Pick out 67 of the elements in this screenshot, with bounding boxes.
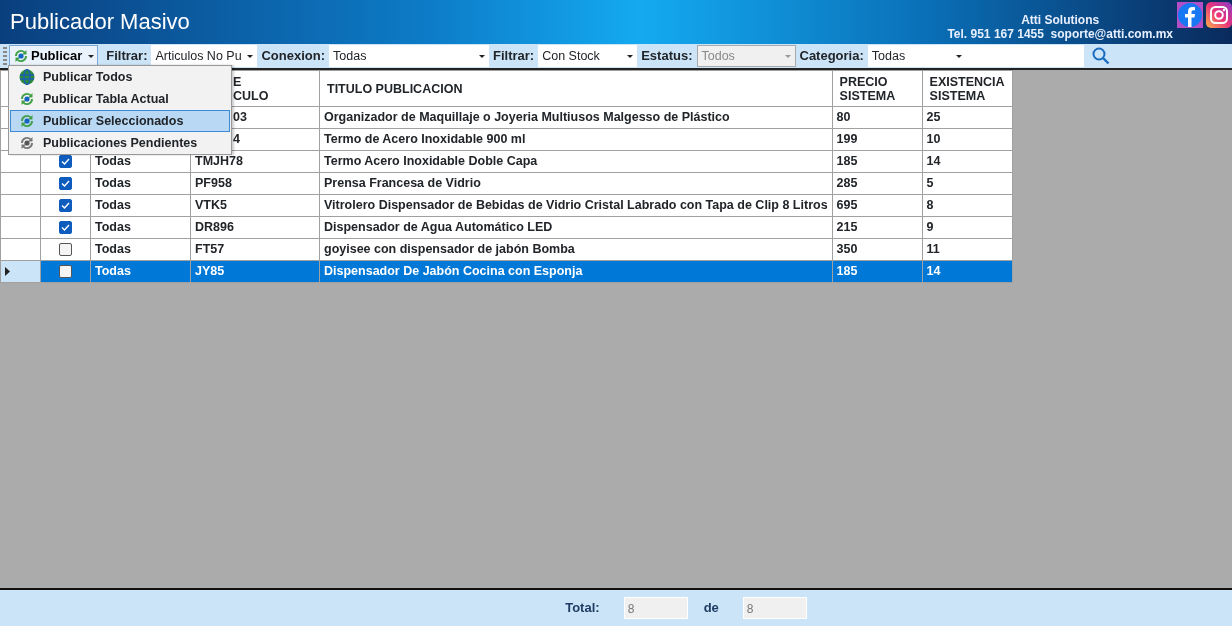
filter-label: Filtrar: bbox=[105, 47, 149, 66]
filter-dropdown[interactable]: Articulos No Pu bbox=[151, 45, 258, 67]
table-cell: 199 bbox=[832, 128, 923, 151]
column-header[interactable]: PRECIO SISTEMA bbox=[832, 70, 923, 107]
table-cell: Todas bbox=[90, 172, 191, 195]
publish-dropdown-button[interactable]: Publicar bbox=[9, 45, 99, 67]
sync-gear-icon bbox=[19, 113, 35, 129]
filter-dropdown[interactable]: Con Stock bbox=[538, 45, 638, 67]
filter-label: Categoria: bbox=[798, 47, 865, 66]
table-cell: 285 bbox=[832, 172, 923, 195]
table-cell: 80 bbox=[832, 106, 923, 129]
table-cell: 8 bbox=[922, 194, 1013, 217]
company-link[interactable]: Atti Solutions bbox=[1021, 13, 1100, 27]
window-title: Publicador Masivo bbox=[10, 9, 190, 36]
table-cell: Vitrolero Dispensador de Bebidas de Vidrio Cristal Labrado con Tapa de Clip 8 Litros bbox=[319, 194, 833, 217]
table-cell: Dispensador De Jabón Cocina con Esponja bbox=[319, 260, 833, 283]
table-cell: PF958 bbox=[190, 172, 320, 195]
sync-gear-icon bbox=[13, 48, 29, 64]
column-header[interactable]: EXISTENCIA SISTEMA bbox=[922, 70, 1013, 107]
instagram-icon[interactable] bbox=[1206, 2, 1232, 28]
total-label: Total: bbox=[565, 599, 600, 618]
sync-gear-icon bbox=[19, 91, 35, 107]
table-cell: Dispensador de Agua Automático LED bbox=[319, 216, 833, 239]
current-row-icon bbox=[5, 267, 10, 277]
column-header[interactable]: TITULO PUBLICACION bbox=[319, 70, 833, 107]
table-cell: goyisee con dispensador de jabón Bomba bbox=[319, 238, 833, 261]
search-icon[interactable] bbox=[1091, 47, 1110, 65]
filter-label: Filtrar: bbox=[492, 47, 536, 66]
table-cell: 695 bbox=[832, 194, 923, 217]
table-cell: Todas bbox=[90, 216, 191, 239]
checkbox[interactable] bbox=[59, 155, 72, 168]
table-cell: 9 bbox=[922, 216, 1013, 239]
table-cell: Todas bbox=[90, 238, 191, 261]
table-cell: Termo Acero Inoxidable Doble Capa bbox=[319, 150, 833, 173]
contact-link[interactable]: Tel. 951 167 1455 soporte@atti.com.mx bbox=[947, 27, 1173, 41]
table-cell: 215 bbox=[832, 216, 923, 239]
table-cell: 25 bbox=[922, 106, 1013, 129]
filter-dropdown[interactable]: Todas bbox=[867, 45, 966, 67]
table-cell: 14 bbox=[922, 150, 1013, 173]
checkbox[interactable] bbox=[59, 243, 72, 256]
globe-icon bbox=[19, 69, 35, 85]
table-cell: FT57 bbox=[190, 238, 320, 261]
checkbox[interactable] bbox=[59, 265, 72, 278]
filter-label: Conexion: bbox=[260, 47, 327, 66]
table-cell: 185 bbox=[832, 150, 923, 173]
table-cell: 5 bbox=[922, 172, 1013, 195]
table-cell: 350 bbox=[832, 238, 923, 261]
table-cell: Organizador de Maquillaje o Joyeria Multiusos Malgesso de Plástico bbox=[319, 106, 833, 129]
checkbox[interactable] bbox=[59, 199, 72, 212]
table-cell: Termo de Acero Inoxidable 900 ml bbox=[319, 128, 833, 151]
search-field[interactable] bbox=[965, 45, 1084, 67]
total-field: 8 bbox=[623, 597, 688, 619]
filter-label: Estatus: bbox=[640, 47, 694, 66]
table-cell: 11 bbox=[922, 238, 1013, 261]
table-cell: 10 bbox=[922, 128, 1013, 151]
table-cell: DR896 bbox=[190, 216, 320, 239]
filter-dropdown[interactable]: Todas bbox=[329, 45, 490, 67]
table-cell: Prensa Francesa de Vidrio bbox=[319, 172, 833, 195]
of-label: de bbox=[703, 599, 719, 618]
checkbox[interactable] bbox=[59, 177, 72, 190]
menu-item[interactable]: Publicar Seleccionados bbox=[10, 110, 230, 132]
checkbox[interactable] bbox=[59, 221, 72, 234]
table-cell: Todas bbox=[90, 194, 191, 217]
table-cell: VTK5 bbox=[190, 194, 320, 217]
of-field: 8 bbox=[742, 597, 807, 619]
facebook-icon[interactable] bbox=[1177, 2, 1203, 28]
sync-gear-icon bbox=[19, 135, 35, 151]
